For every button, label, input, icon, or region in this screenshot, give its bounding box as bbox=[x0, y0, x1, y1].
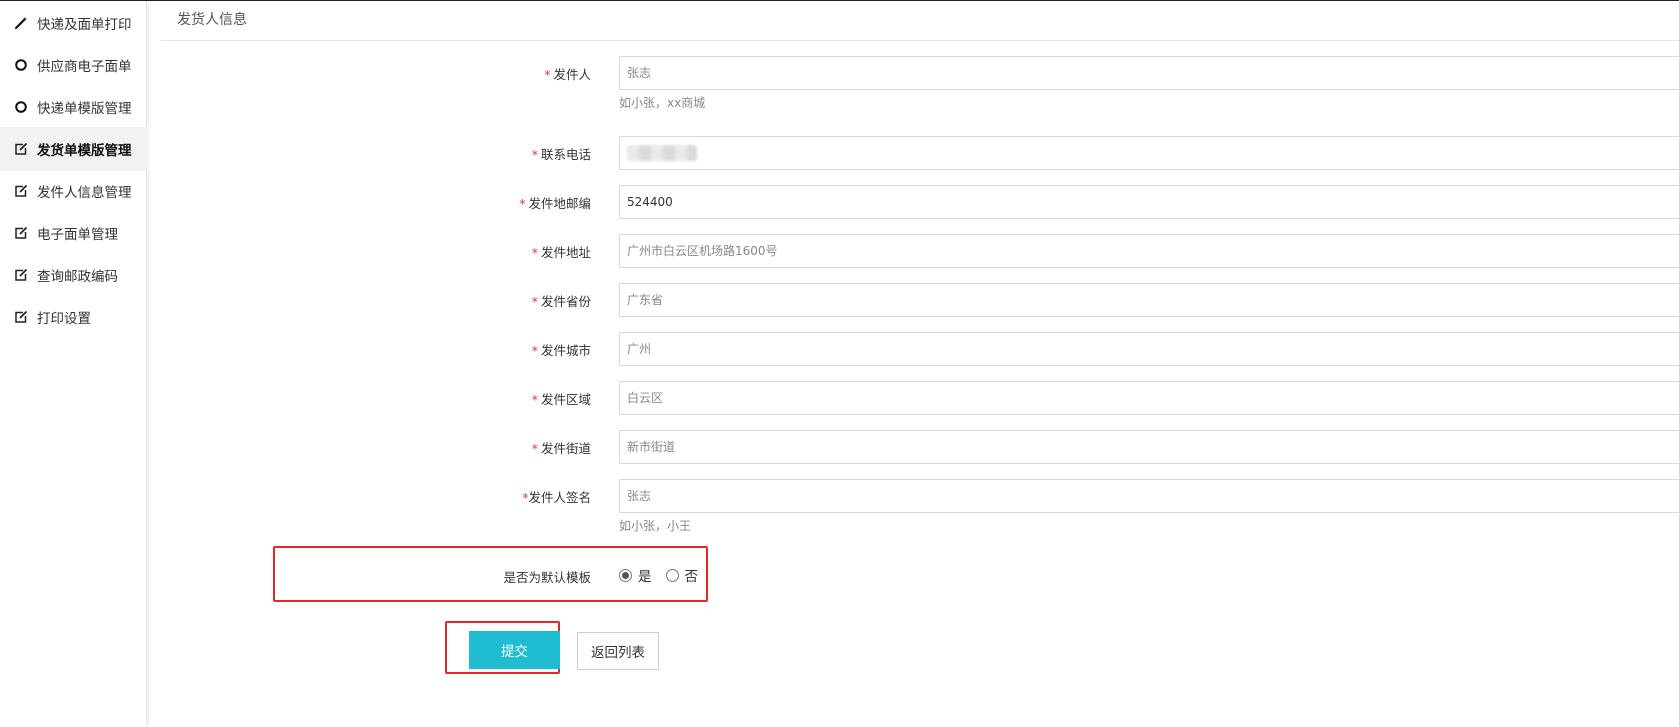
sidebar-item-e-waybill[interactable]: 电子面单管理 bbox=[0, 211, 147, 255]
sidebar-item-postcode-lookup[interactable]: 查询邮政编码 bbox=[0, 253, 147, 297]
required-mark: * bbox=[519, 196, 526, 211]
back-to-list-button[interactable]: 返回列表 bbox=[577, 632, 659, 670]
phone-input[interactable] bbox=[619, 136, 1679, 170]
signature-hint: 如小张，小王 bbox=[619, 519, 692, 533]
default-template-label: 是否为默认模板 bbox=[503, 570, 591, 585]
default-yes-radio[interactable] bbox=[619, 568, 632, 582]
page-title: 发货人信息 bbox=[161, 1, 1679, 41]
edit-icon bbox=[14, 268, 28, 282]
sidebar-item-label: 电子面单管理 bbox=[37, 227, 118, 243]
sidebar-item-supplier-waybill[interactable]: 供应商电子面单 bbox=[0, 43, 147, 87]
signature-input[interactable] bbox=[619, 479, 1679, 513]
postcode-label: * 发件地邮编 bbox=[519, 196, 591, 211]
default-yes-label[interactable]: 是 bbox=[638, 565, 652, 585]
city-input[interactable] bbox=[619, 332, 1679, 366]
phone-label: * 联系电话 bbox=[531, 147, 591, 162]
edit-icon bbox=[14, 184, 28, 198]
default-no-radio[interactable] bbox=[665, 568, 679, 582]
circle-icon bbox=[14, 58, 28, 72]
sidebar-item-express-template[interactable]: 快递单模版管理 bbox=[0, 85, 147, 129]
edit-icon bbox=[14, 310, 28, 324]
default-template-radio-group: 是 否 bbox=[619, 565, 706, 585]
required-mark: * bbox=[544, 67, 551, 82]
sidebar-item-label: 打印设置 bbox=[37, 311, 91, 327]
sidebar-item-label: 快递及面单打印 bbox=[37, 17, 132, 33]
sidebar-item-label: 发货单模版管理 bbox=[37, 143, 132, 159]
signature-label: *发件人签名 bbox=[522, 490, 591, 505]
sender-label: * 发件人 bbox=[544, 67, 591, 82]
required-mark: * bbox=[531, 294, 538, 309]
sidebar-item-label: 供应商电子面单 bbox=[37, 59, 132, 75]
province-label: * 发件省份 bbox=[531, 294, 591, 309]
district-label: * 发件区域 bbox=[531, 392, 591, 407]
sender-hint: 如小张，xx商城 bbox=[619, 96, 706, 110]
street-label: * 发件街道 bbox=[531, 441, 591, 456]
submit-button[interactable]: 提交 bbox=[469, 631, 560, 669]
address-label: * 发件地址 bbox=[531, 245, 591, 260]
sidebar-item-label: 快递单模版管理 bbox=[37, 101, 132, 117]
city-label: * 发件城市 bbox=[531, 343, 591, 358]
circle-icon bbox=[14, 100, 28, 114]
magic-wand-icon bbox=[14, 16, 28, 30]
required-mark: * bbox=[531, 392, 538, 407]
edit-icon bbox=[14, 142, 28, 156]
edit-icon bbox=[14, 226, 28, 240]
sidebar: 快递及面单打印 供应商电子面单 快递单模版管理 发货单模版管理 发件人信息管理 … bbox=[0, 1, 147, 727]
sidebar-item-sender-info[interactable]: 发件人信息管理 bbox=[0, 169, 147, 213]
province-input[interactable] bbox=[619, 283, 1679, 317]
main-content: 发货人信息 *发件人 如小张，xx商城 *联系电话 *发件地邮编 *发件地址 *… bbox=[161, 1, 1679, 727]
sidebar-item-invoice-template[interactable]: 发货单模版管理 bbox=[0, 127, 147, 171]
postcode-input[interactable] bbox=[619, 185, 1679, 219]
sidebar-item-print-settings[interactable]: 打印设置 bbox=[0, 295, 147, 339]
required-mark: * bbox=[531, 343, 538, 358]
required-mark: * bbox=[531, 441, 538, 456]
required-mark: * bbox=[531, 147, 538, 162]
sidebar-item-label: 发件人信息管理 bbox=[37, 185, 132, 201]
sidebar-item-label: 查询邮政编码 bbox=[37, 269, 118, 285]
sidebar-item-express-print[interactable]: 快递及面单打印 bbox=[0, 1, 147, 45]
default-no-label[interactable]: 否 bbox=[685, 565, 699, 585]
required-mark: * bbox=[531, 245, 538, 260]
street-input[interactable] bbox=[619, 430, 1679, 464]
address-input[interactable] bbox=[619, 234, 1679, 268]
sender-input[interactable] bbox=[619, 56, 1679, 90]
phone-redaction-mask bbox=[627, 145, 697, 161]
district-input[interactable] bbox=[619, 381, 1679, 415]
